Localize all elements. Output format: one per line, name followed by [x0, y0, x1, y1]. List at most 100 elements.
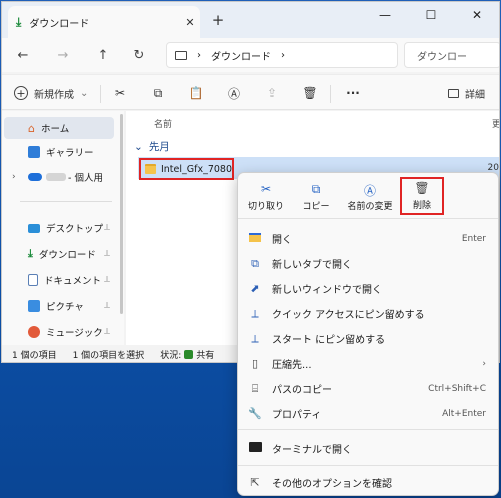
- menu-item-properties[interactable]: 🔧 プロパティ Alt+Enter: [238, 401, 498, 426]
- sidebar-item-desktop[interactable]: デスクトップ ⟂: [4, 217, 114, 239]
- folder-icon: [145, 164, 156, 174]
- file-name: Intel_Gfx_7080: [160, 163, 232, 175]
- sidebar-item-gallery[interactable]: ギャラリー: [4, 141, 114, 163]
- rename-button[interactable]: Ⓐ: [224, 83, 244, 103]
- menu-item-open-terminal[interactable]: ターミナルで開く: [238, 436, 498, 461]
- selected-file-item[interactable]: Intel_Gfx_7080: [139, 158, 234, 180]
- sidebar-item-label: ドキュメント: [44, 276, 102, 287]
- pin-icon: ⟂: [251, 331, 259, 345]
- copy-button[interactable]: ⧉: [148, 83, 168, 103]
- column-header-name[interactable]: 名前: [154, 117, 172, 130]
- details-label: 詳細: [465, 89, 485, 101]
- breadcrumb-downloads[interactable]: ダウンロード: [211, 48, 271, 63]
- cut-button[interactable]: ✂: [110, 83, 130, 103]
- pin-icon[interactable]: ⟂: [104, 249, 110, 259]
- group-header[interactable]: ⌄ 先月: [134, 139, 170, 154]
- rename-button[interactable]: Ⓐ 名前の変更: [342, 179, 398, 215]
- copy-icon: ⧉: [153, 85, 163, 100]
- sidebar-item-downloads[interactable]: ⤓ ダウンロード ⟂: [4, 243, 114, 265]
- blurred-account-name: [46, 173, 66, 181]
- sidebar-item-documents[interactable]: ドキュメント ⟂: [4, 269, 114, 291]
- navigation-bar: ← → ↑ ↻ › ダウンロード › ダウンロー: [2, 38, 499, 72]
- copy-path-icon: ⌸: [251, 381, 259, 395]
- sidebar-item-pictures[interactable]: ピクチャ ⟂: [4, 295, 114, 317]
- refresh-button[interactable]: ↻: [124, 48, 154, 63]
- cut-button[interactable]: ✂ 切り取り: [244, 179, 288, 215]
- sidebar-item-music[interactable]: ミュージック ⟂: [4, 321, 114, 343]
- pin-icon[interactable]: ⟂: [104, 327, 110, 337]
- desktop-icon: [28, 223, 40, 233]
- paste-icon: 📋: [188, 86, 204, 100]
- cloud-icon: [28, 173, 42, 181]
- selection-count: 1 個の項目を選択: [72, 351, 145, 361]
- sidebar-scrollbar[interactable]: [120, 114, 123, 314]
- rename-icon: Ⓐ: [363, 184, 376, 198]
- share-icon: ⇪: [266, 86, 278, 100]
- plus-icon: +: [14, 86, 28, 100]
- menu-item-pin-start[interactable]: ⟂ スタート にピン留めする: [238, 326, 498, 351]
- music-icon: [28, 326, 40, 338]
- column-header-modified[interactable]: 更: [492, 117, 499, 130]
- pin-icon[interactable]: ⟂: [104, 223, 110, 233]
- sidebar-item-label: ホーム: [40, 124, 70, 135]
- sidebar-item-home[interactable]: ⌂ ホーム: [4, 117, 114, 139]
- pin-icon[interactable]: ⟂: [104, 301, 110, 311]
- close-window-button[interactable]: ✕: [454, 2, 499, 28]
- state-value: 共有: [196, 351, 215, 361]
- chevron-down-icon: ⌄: [80, 87, 89, 99]
- wrench-icon: 🔧: [248, 407, 262, 420]
- sidebar-item-label: - 個人用: [68, 173, 103, 184]
- menu-item-compress[interactable]: ▯ 圧縮先... ›: [238, 351, 498, 376]
- home-icon: ⌂: [28, 121, 35, 135]
- breadcrumb-chevron-icon[interactable]: ›: [281, 50, 285, 61]
- back-button[interactable]: ←: [8, 48, 38, 63]
- navigation-pane: ⌂ ホーム ギャラリー › - 個人用 デスクトップ ⟂ ⤓ ダウンロード ⟂ …: [2, 111, 124, 345]
- context-menu-quick-actions: ✂ 切り取り ⧉ コピー Ⓐ 名前の変更 🗑 削除: [238, 173, 498, 219]
- copy-button[interactable]: ⧉ コピー: [296, 179, 336, 215]
- menu-item-open-new-tab[interactable]: ⧉ 新しいタブで開く: [238, 251, 498, 276]
- copy-icon: ⧉: [311, 182, 321, 196]
- more-options-button[interactable]: ···: [342, 83, 364, 103]
- search-input[interactable]: ダウンロー: [404, 42, 499, 68]
- menu-item-copy-path[interactable]: ⌸ パスのコピー Ctrl+Shift+C: [238, 376, 498, 401]
- new-tab-button[interactable]: +: [208, 11, 228, 29]
- new-tab-icon: ⧉: [251, 256, 259, 270]
- more-options-icon: ⇱: [250, 476, 260, 489]
- menu-separator: [238, 465, 498, 466]
- menu-item-more-options[interactable]: ⇱ その他のオプションを確認: [238, 470, 498, 495]
- chevron-right-icon: ›: [482, 358, 486, 369]
- open-folder-icon: [248, 232, 262, 245]
- chevron-right-icon[interactable]: ›: [12, 172, 16, 182]
- forward-button[interactable]: →: [48, 48, 78, 63]
- sidebar-item-label: ピクチャ: [46, 302, 84, 313]
- tab-close-button[interactable]: ✕: [180, 16, 200, 29]
- up-button[interactable]: ↑: [88, 48, 118, 63]
- menu-item-pin-quick-access[interactable]: ⟂ クイック アクセスにピン留めする: [238, 301, 498, 326]
- details-pane-button[interactable]: 詳細: [448, 83, 485, 103]
- minimize-button[interactable]: —: [362, 2, 408, 28]
- menu-item-open[interactable]: 開く Enter: [238, 226, 498, 251]
- new-button[interactable]: + 新規作成 ⌄: [14, 83, 88, 103]
- download-icon: ⤓: [28, 247, 33, 260]
- chevron-down-icon: ⌄: [134, 140, 143, 153]
- delete-button[interactable]: 🗑 削除: [400, 177, 444, 215]
- tab-title: ダウンロード: [29, 18, 90, 30]
- state-label: 状況:: [160, 351, 182, 361]
- share-button[interactable]: ⇪: [262, 83, 282, 103]
- sidebar-item-label: デスクトップ: [46, 224, 104, 235]
- copy-label: コピー: [302, 202, 330, 212]
- paste-button[interactable]: 📋: [186, 83, 206, 103]
- new-window-icon: ⬈: [250, 282, 260, 295]
- pin-icon[interactable]: ⟂: [104, 275, 110, 285]
- menu-item-open-new-window[interactable]: ⬈ 新しいウィンドウで開く: [238, 276, 498, 301]
- item-count: 1 個の項目: [12, 351, 57, 361]
- status-state: 状況: 共有: [160, 348, 214, 361]
- sidebar-item-onedrive[interactable]: › - 個人用: [4, 166, 114, 188]
- delete-button[interactable]: 🗑: [300, 83, 320, 103]
- computer-icon: [175, 50, 187, 60]
- sidebar-divider: [20, 201, 112, 202]
- maximize-button[interactable]: ☐: [408, 2, 454, 28]
- download-icon: ⤓: [16, 14, 22, 29]
- tab-downloads[interactable]: ⤓ ダウンロード ✕: [8, 6, 200, 38]
- address-bar[interactable]: › ダウンロード ›: [166, 42, 398, 68]
